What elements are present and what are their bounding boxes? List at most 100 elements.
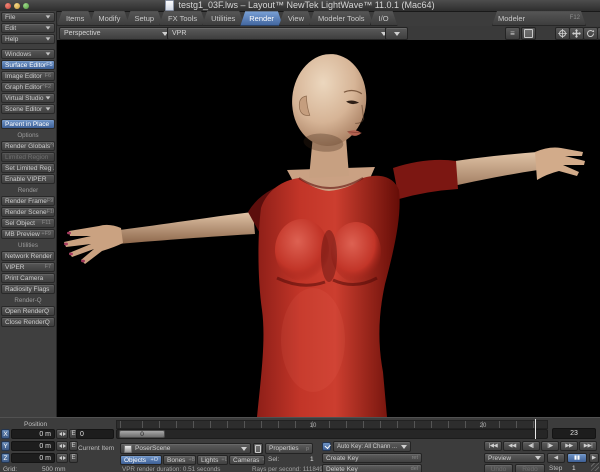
sidebar-item-sel-object[interactable]: Sel Object F11 <box>1 218 55 228</box>
menu-windows[interactable]: Windows <box>1 49 55 59</box>
render-mode-dropdown[interactable]: VPR <box>167 27 392 40</box>
close-window-button[interactable] <box>5 3 11 9</box>
undo-button[interactable]: Undo <box>484 464 513 472</box>
delete-key-button[interactable]: Delete Key del <box>322 464 422 472</box>
x-position-field[interactable]: 0 m <box>11 429 55 439</box>
filter-cameras-button[interactable]: Cameras+C <box>229 455 265 465</box>
z-position-field[interactable]: 0 m <box>11 453 55 463</box>
sidebar-item-close-renderq[interactable]: Close RenderQ <box>1 317 55 327</box>
sidebar-item-scene-editor[interactable]: Scene Editor <box>1 104 55 114</box>
go-last-frame-button[interactable]: ▶▶| <box>579 441 597 451</box>
current-item-dropdown[interactable]: PoserScene <box>120 443 251 454</box>
rotate-view-icon[interactable] <box>583 27 598 40</box>
sidebar-item-open-renderq[interactable]: Open RenderQ <box>1 306 55 316</box>
chevron-down-icon <box>393 31 400 36</box>
sidebar-item-radiosity-flags[interactable]: Radiosity Flags <box>1 284 55 294</box>
viewport-layout-icon[interactable] <box>521 27 536 40</box>
sidebar-item-parent-in-place[interactable]: Parent in Place <box>1 119 55 129</box>
viewport-3d-render[interactable] <box>57 40 600 417</box>
sidebar-item-render-globals[interactable]: Render Globals^P <box>1 141 55 151</box>
selection-count: 1 <box>310 456 314 463</box>
lightwave-layout-window: testg1_03F.lws – Layout™ NewTek LightWav… <box>0 0 600 472</box>
sidebar-section-render: Render <box>17 187 39 194</box>
resize-grip[interactable] <box>591 463 599 471</box>
step-value[interactable]: 1 <box>572 465 576 472</box>
current-frame-field[interactable]: 0 <box>76 429 114 439</box>
x-stepper[interactable] <box>56 429 68 439</box>
bottom-panel: 10 20 0 23 Position X 0 m E Y 0 m E Z 0 … <box>0 417 600 472</box>
view-type-dropdown[interactable]: Perspective <box>59 27 173 40</box>
sidebar-item-network-render[interactable]: Network Render <box>1 251 55 261</box>
z-envelope-button[interactable]: E <box>69 453 78 463</box>
create-key-button[interactable]: Create Key ret <box>322 453 422 463</box>
center-view-icon[interactable] <box>555 27 570 40</box>
sidebar-item-image-editor[interactable]: Image Editor F6 <box>1 71 55 81</box>
status-rays-per-second: Rays per second: 1118491 <box>252 466 327 472</box>
filter-objects-button[interactable]: Objects +O <box>120 455 162 465</box>
minimize-window-button[interactable] <box>14 3 20 9</box>
timeline-playhead[interactable] <box>535 419 536 439</box>
tab-items[interactable]: Items <box>57 11 93 26</box>
sidebar-item-virtual-studio[interactable]: Virtual Studio <box>1 93 55 103</box>
y-envelope-button[interactable]: E <box>69 441 78 451</box>
menu-edit[interactable]: Edit <box>1 23 55 33</box>
pan-view-icon[interactable] <box>569 27 584 40</box>
play-forward-button[interactable]: ▶ <box>589 453 599 463</box>
y-axis-badge[interactable]: Y <box>1 441 10 451</box>
document-icon <box>165 0 175 11</box>
auto-key-dropdown[interactable]: Auto Key: All Chann ... <box>333 441 411 452</box>
redo-button[interactable]: Redo <box>515 464 545 472</box>
timeline-ruler[interactable]: 10 20 <box>116 420 548 429</box>
tab-fx-tools[interactable]: FX Tools <box>159 11 206 26</box>
x-axis-badge[interactable]: X <box>1 429 10 439</box>
position-mode-dropdown[interactable]: Position <box>24 421 47 428</box>
object-item-icon <box>124 444 132 453</box>
y-position-field[interactable]: 0 m <box>11 441 55 451</box>
play-reverse-button[interactable]: ◀ <box>547 453 565 463</box>
tab-modify[interactable]: Modify <box>89 11 129 26</box>
menu-help[interactable]: Help <box>1 34 55 44</box>
frame-slider-handle[interactable]: 0 <box>119 430 165 438</box>
preview-dropdown[interactable]: Preview <box>484 453 545 463</box>
go-first-frame-button[interactable]: |◀◀ <box>484 441 502 451</box>
sidebar-item-graph-editor[interactable]: Graph Editor ^F2 <box>1 82 55 92</box>
properties-button[interactable]: Properties p <box>265 443 313 454</box>
z-axis-badge[interactable]: Z <box>1 453 10 463</box>
menu-file[interactable]: File <box>1 12 55 22</box>
sidebar-item-set-limited-region[interactable]: Set Limited Reg ... <box>1 163 55 173</box>
sidebar-item-viper[interactable]: VIPER F7 <box>1 262 55 272</box>
tab-view[interactable]: View <box>279 11 313 26</box>
tab-utilities[interactable]: Utilities <box>202 11 244 26</box>
prev-keyframe-button[interactable]: ◀◀ <box>503 441 521 451</box>
tab-io[interactable]: I/O <box>370 11 398 26</box>
z-stepper[interactable] <box>56 453 68 463</box>
viewport-options-dropdown[interactable] <box>385 27 408 40</box>
chevron-down-icon <box>45 26 51 30</box>
current-item-label: Current Item <box>78 445 115 452</box>
frame-slider-track[interactable]: 0 <box>116 429 548 439</box>
tab-setup[interactable]: Setup <box>125 11 163 26</box>
chevron-down-icon <box>535 456 541 460</box>
viewport-list-icon[interactable]: ≡ <box>505 27 520 40</box>
filter-lights-button[interactable]: Lights +L <box>197 455 228 465</box>
filter-bones-button[interactable]: Bones +B <box>163 455 196 465</box>
last-frame-field[interactable]: 23 <box>552 428 596 439</box>
item-lock-button[interactable] <box>253 443 263 454</box>
sidebar-item-mb-preview[interactable]: MB Preview +F9 <box>1 229 55 239</box>
tab-render[interactable]: Render <box>240 11 283 26</box>
sidebar-item-render-frame[interactable]: Render Frame F9 <box>1 196 55 206</box>
next-frame-button[interactable]: ||▶ <box>541 441 559 451</box>
selection-label: Sel: <box>268 456 280 463</box>
zoom-window-button[interactable] <box>23 3 29 9</box>
next-keyframe-button[interactable]: ▶▶ <box>560 441 578 451</box>
y-stepper[interactable] <box>56 441 68 451</box>
sidebar-item-render-scene[interactable]: Render SceneF10 <box>1 207 55 217</box>
sidebar-item-surface-editor[interactable]: Surface Editor F5 <box>1 60 55 70</box>
switch-to-modeler-button[interactable]: Modeler F12 <box>492 11 586 26</box>
pause-button[interactable]: ▮▮ <box>567 453 587 463</box>
auto-key-checkbox[interactable] <box>322 442 331 451</box>
prev-frame-button[interactable]: ◀|| <box>522 441 540 451</box>
sidebar-item-enable-viper[interactable]: Enable VIPER <box>1 174 55 184</box>
sidebar-item-print-camera[interactable]: Print Camera <box>1 273 55 283</box>
tab-modeler-tools[interactable]: Modeler Tools <box>309 11 374 26</box>
